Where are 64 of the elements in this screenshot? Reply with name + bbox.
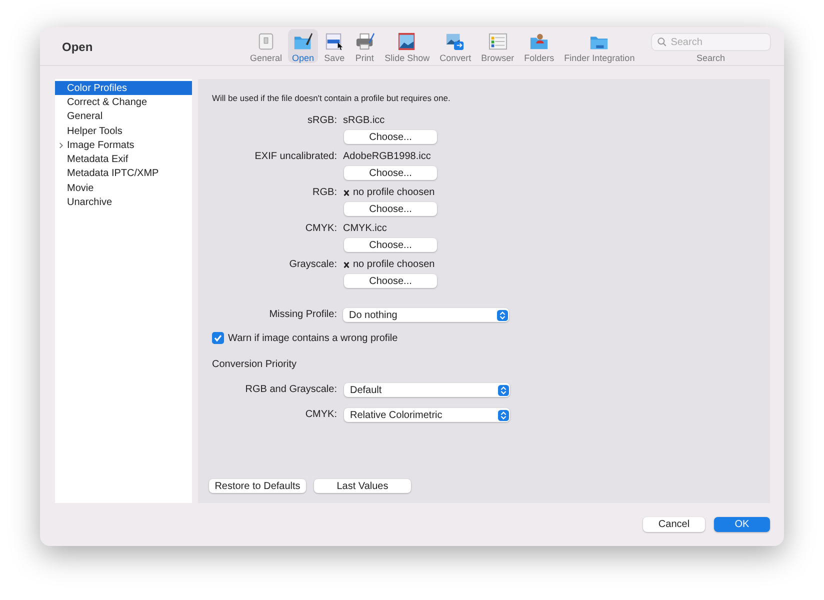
choose-button[interactable]: Choose... [344,274,437,288]
popup-menu[interactable]: Do nothing [343,308,509,322]
checkbox-label: Warn if image contains a wrong profile [228,332,398,344]
file-formats-icon [324,32,344,51]
profile-label: sRGB: [306,114,337,128]
choose-button[interactable]: Choose... [344,166,437,180]
panel-button[interactable]: Restore to Defaults [209,479,306,493]
stepper-icon [498,384,509,396]
toolbar-tab[interactable]: Convert [436,29,476,63]
profile-label: EXIF uncalibrated: [254,150,337,164]
popup-menu[interactable]: Default [344,383,510,397]
dialog-button[interactable]: Cancel [643,517,705,532]
choose-button[interactable]: Choose... [344,202,437,216]
profile-value: CMYK.icc [343,222,388,236]
list-window-icon [488,32,508,51]
chevron-icon [59,142,64,149]
choose-button[interactable]: Choose... [344,238,437,252]
profile-value: AdobeRGB1998.icc [343,150,432,164]
popup-menu[interactable]: Relative Colorimetric [344,408,510,422]
panel-button[interactable]: Last Values [314,479,411,493]
folder-brush-icon [293,32,314,51]
toolbar-tab[interactable]: Print [350,29,379,63]
sidebar-item[interactable]: Metadata IPTC/XMP [55,166,192,182]
cross-icon [343,189,350,197]
field-label: RGB and Grayscale: [244,383,337,397]
profile-label: CMYK: [304,222,337,236]
toolbar-tab[interactable]: General [246,29,286,63]
dialog-button[interactable]: OK [714,517,770,532]
toolbar-tab[interactable]: Finder Integration [560,29,639,63]
profile-label: Grayscale: [288,258,337,272]
sidebar-item[interactable]: Movie [55,181,192,196]
sidebar-item[interactable]: Image Formats [55,138,192,152]
choose-button[interactable]: Choose... [344,130,437,144]
convert-image-icon [445,32,466,51]
field-label: Missing Profile: [268,308,337,322]
toolbar-tab[interactable]: Browser [477,29,518,63]
section-heading: Conversion Priority [212,359,298,370]
sidebar-item[interactable]: General [55,110,192,124]
profile-label: RGB: [312,186,337,200]
sidebar-item[interactable]: Metadata Exif [55,152,192,167]
sidebar-item[interactable]: Unarchive [55,195,192,210]
profile-value: sRGB.icc [343,114,386,128]
stepper-icon [497,310,508,320]
search-field[interactable]: Search [650,33,771,51]
slideshow-icon [397,32,418,51]
description-text: Will be used if the file doesn't contain a profile but requires one. [212,93,452,103]
cross-icon [343,261,350,269]
search-label: Search [696,53,725,63]
profile-value: no profile choosen [343,257,770,273]
search-icon [656,37,667,47]
sidebar-item[interactable]: Helper Tools [55,124,192,138]
toolbar-tab[interactable]: Open [288,29,318,63]
sidebar-item[interactable]: Color Profiles [55,81,192,96]
toolbar-tab[interactable]: Save [320,29,349,63]
toolbar-tab[interactable]: Folders [520,29,558,63]
printer-icon [354,32,375,51]
window-title: Open [61,39,94,56]
stepper-icon [498,410,509,420]
sidebar-item[interactable]: Correct & Change [55,95,192,110]
field-label: CMYK: [304,408,337,422]
toolbar-tab[interactable]: Slide Show [380,29,434,63]
checkbox[interactable] [212,332,224,344]
folder-figure-icon [529,32,550,51]
profile-value: no profile choosen [343,185,770,201]
